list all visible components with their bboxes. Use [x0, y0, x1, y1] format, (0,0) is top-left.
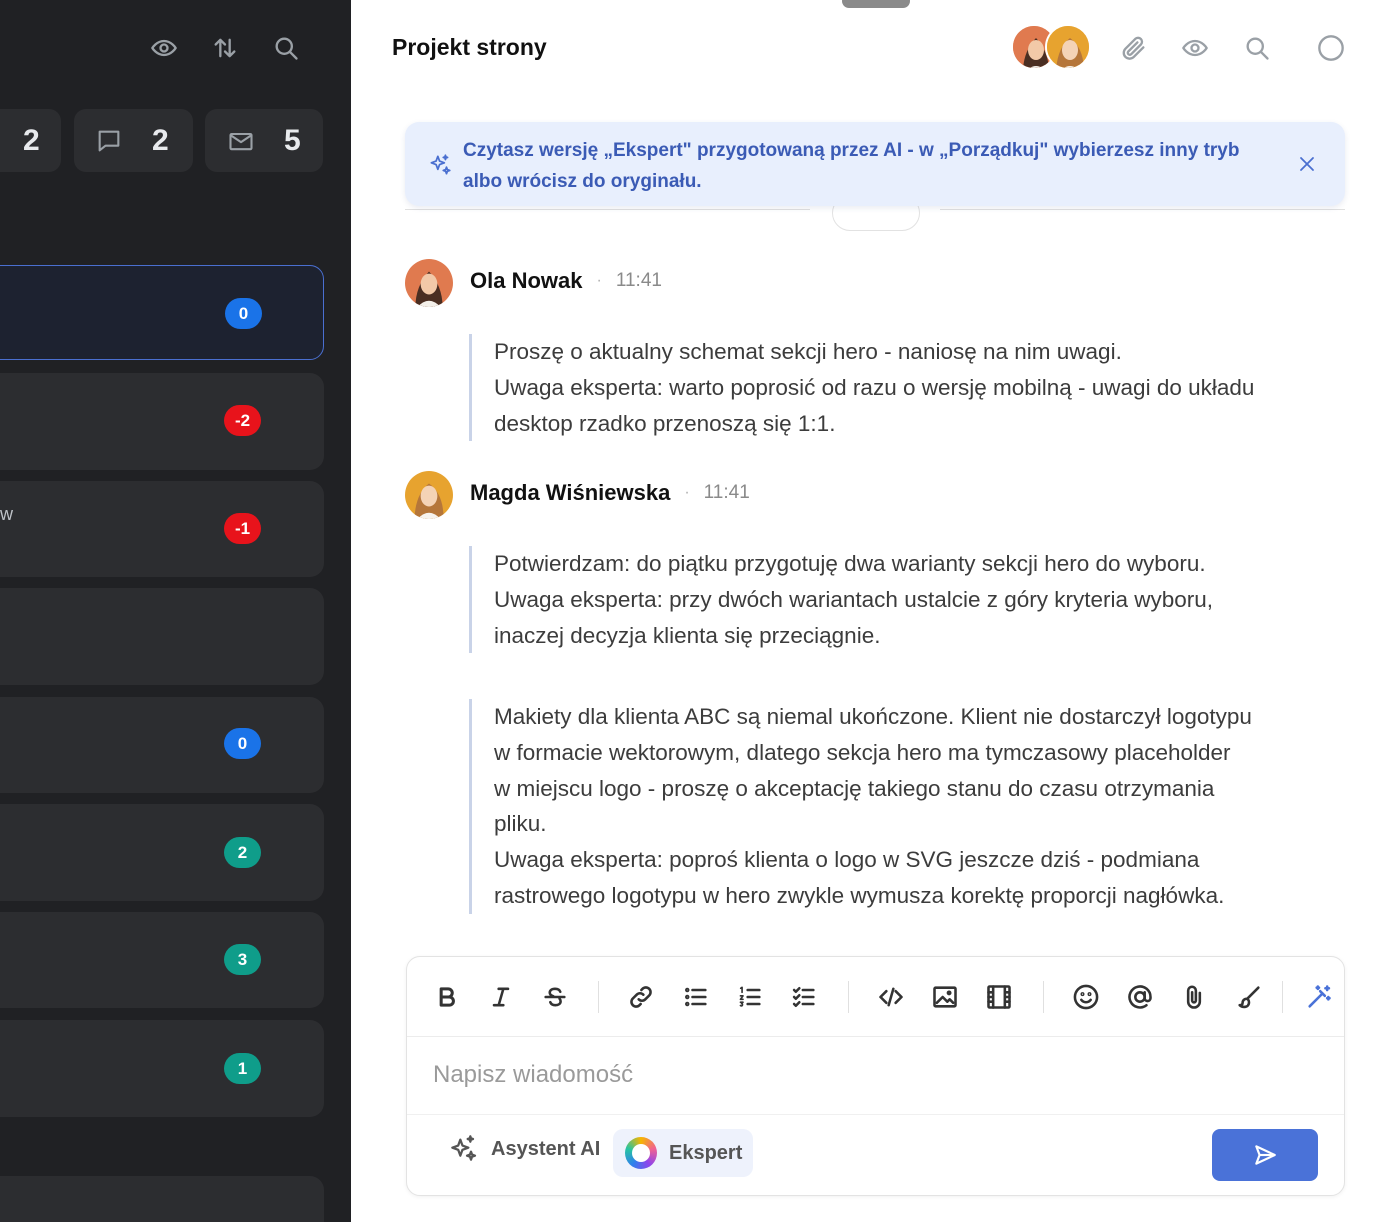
message-line: Potwierdzam: do piątku przygotuję dwa wa… — [494, 551, 1206, 576]
magic-wand-icon[interactable] — [1302, 980, 1336, 1014]
sparkle-icon — [451, 1135, 477, 1161]
toolbar-divider — [848, 981, 849, 1013]
strikethrough-icon[interactable] — [538, 980, 572, 1014]
search-icon[interactable] — [271, 33, 301, 63]
author-name[interactable]: Magda Wiśniewska — [470, 480, 670, 506]
expert-label: Ekspert — [669, 1141, 743, 1164]
mail-icon — [227, 127, 255, 155]
unread-badge: 1 — [224, 1053, 261, 1084]
message-time: 11:41 — [615, 270, 662, 291]
message-line: Uwaga eksperta: warto poprosić od razu o… — [494, 374, 1255, 400]
brush-icon[interactable] — [1232, 980, 1266, 1014]
message-line: rastrowego logotypu w hero zwykle wymusz… — [494, 882, 1225, 908]
send-icon — [1255, 1145, 1276, 1165]
conversation-item[interactable]: 1 — [0, 1020, 324, 1117]
unread-badge: 0 — [225, 298, 262, 329]
conversation-item[interactable]: 0 — [0, 265, 324, 360]
eye-icon[interactable] — [1179, 32, 1211, 64]
send-button[interactable] — [1212, 1129, 1318, 1181]
message-header: Ola Nowak · 11:41 — [470, 268, 662, 294]
author-avatar[interactable] — [405, 259, 453, 307]
avatar[interactable] — [1045, 24, 1091, 70]
conversation-item[interactable]: w -1 — [0, 481, 324, 577]
link-icon[interactable] — [624, 980, 658, 1014]
chat-list-panel: 2 2 5 0 -2 w -1 0 2 3 1 — [0, 0, 351, 1222]
banner-text: Czytasz wersję „Ekspert" przygotowaną pr… — [463, 140, 1240, 192]
unread-badge: 3 — [224, 944, 261, 975]
counter-comments[interactable]: 2 — [74, 109, 193, 172]
message-line: inaczej decyzja klienta się przeciągnie. — [494, 622, 881, 648]
search-icon[interactable] — [1241, 32, 1273, 64]
message-line: Proszę o aktualny schemat sekcji hero - … — [494, 339, 1122, 364]
message-body: Potwierdzam: do piątku przygotuję dwa wa… — [469, 546, 1214, 654]
circle-icon[interactable] — [1315, 32, 1347, 64]
expert-mode-button[interactable]: Ekspert — [613, 1129, 753, 1177]
conversation-item[interactable]: 2 — [0, 804, 324, 901]
message-input[interactable]: Napisz wiadomość — [407, 1037, 1344, 1115]
counter-value: 2 — [152, 123, 169, 157]
conversation-item[interactable]: -2 — [0, 373, 324, 470]
unread-badge: 0 — [224, 728, 261, 759]
expert-ring-icon — [625, 1137, 657, 1169]
divider — [940, 209, 1345, 210]
ai-assistant-label: Asystent AI — [491, 1137, 601, 1160]
formatting-toolbar — [407, 957, 1344, 1037]
counter-value: 2 — [23, 123, 40, 157]
message-body: Proszę o aktualny schemat sekcji hero - … — [469, 334, 1255, 442]
separator-dot: · — [596, 272, 602, 289]
conversation-snippet: w — [0, 504, 13, 524]
counter-filter[interactable]: 2 — [0, 109, 61, 172]
message-line: Uwaga eksperta: poproś klienta o logo w … — [494, 847, 1200, 873]
code-icon[interactable] — [874, 980, 908, 1014]
author-name[interactable]: Ola Nowak — [470, 268, 582, 294]
toolbar-divider — [1043, 981, 1044, 1013]
page-title: Projekt strony — [392, 34, 547, 60]
counter-mail[interactable]: 5 — [205, 109, 323, 172]
italic-icon[interactable] — [484, 980, 518, 1014]
message-header: Magda Wiśniewska · 11:41 — [470, 480, 750, 506]
message-line: w formacie wektorowym, dlatego sekcja he… — [494, 739, 1231, 765]
ai-assistant-button[interactable]: Asystent AI — [447, 1133, 600, 1165]
counter-value: 5 — [284, 123, 301, 157]
video-icon[interactable] — [982, 980, 1016, 1014]
unread-badge: -1 — [224, 513, 261, 544]
message-body: Makiety dla klienta ABC są niemal ukończ… — [469, 699, 1252, 914]
ai-version-banner: Czytasz wersję „Ekspert" przygotowaną pr… — [405, 122, 1345, 206]
conversation-item[interactable]: 0 — [0, 697, 324, 793]
conversation-item[interactable] — [0, 588, 324, 685]
attachment-icon[interactable] — [1177, 980, 1211, 1014]
toolbar-divider — [598, 981, 599, 1013]
image-icon[interactable] — [928, 980, 962, 1014]
message-line: w miejscu logo - proszę o akceptację tak… — [494, 775, 1215, 801]
message-input-placeholder: Napisz wiadomość — [433, 1061, 634, 1088]
paperclip-icon[interactable] — [1118, 32, 1150, 64]
message-line: Makiety dla klienta ABC są niemal ukończ… — [494, 704, 1252, 729]
message-line: Uwaga eksperta: przy dwóch wariantach us… — [494, 586, 1214, 612]
message-line: pliku. — [494, 811, 547, 837]
eye-icon[interactable] — [149, 33, 179, 63]
conversation-item[interactable] — [0, 1176, 324, 1222]
message-time: 11:41 — [703, 482, 750, 503]
message-line: desktop rzadko przenoszą się 1:1. — [494, 410, 836, 436]
unread-badge: -2 — [224, 405, 261, 436]
bold-icon[interactable] — [430, 980, 464, 1014]
separator-dot: · — [684, 484, 690, 501]
drag-handle[interactable] — [842, 0, 910, 8]
divider — [405, 209, 810, 210]
conversation-item[interactable]: 3 — [0, 912, 324, 1008]
numbered-list-icon[interactable] — [733, 980, 767, 1014]
sparkle-icon — [430, 154, 451, 175]
close-icon[interactable] — [1297, 154, 1317, 174]
toolbar-divider — [1282, 981, 1283, 1013]
unread-badge: 2 — [224, 837, 261, 868]
message-composer: Napisz wiadomość Asystent AI Ekspert — [406, 956, 1345, 1196]
author-avatar[interactable] — [405, 471, 453, 519]
mention-icon[interactable] — [1123, 980, 1157, 1014]
sort-icon[interactable] — [210, 33, 240, 63]
comment-icon — [95, 127, 123, 155]
checklist-icon[interactable] — [787, 980, 821, 1014]
emoji-icon[interactable] — [1069, 980, 1103, 1014]
bullet-list-icon[interactable] — [679, 980, 713, 1014]
